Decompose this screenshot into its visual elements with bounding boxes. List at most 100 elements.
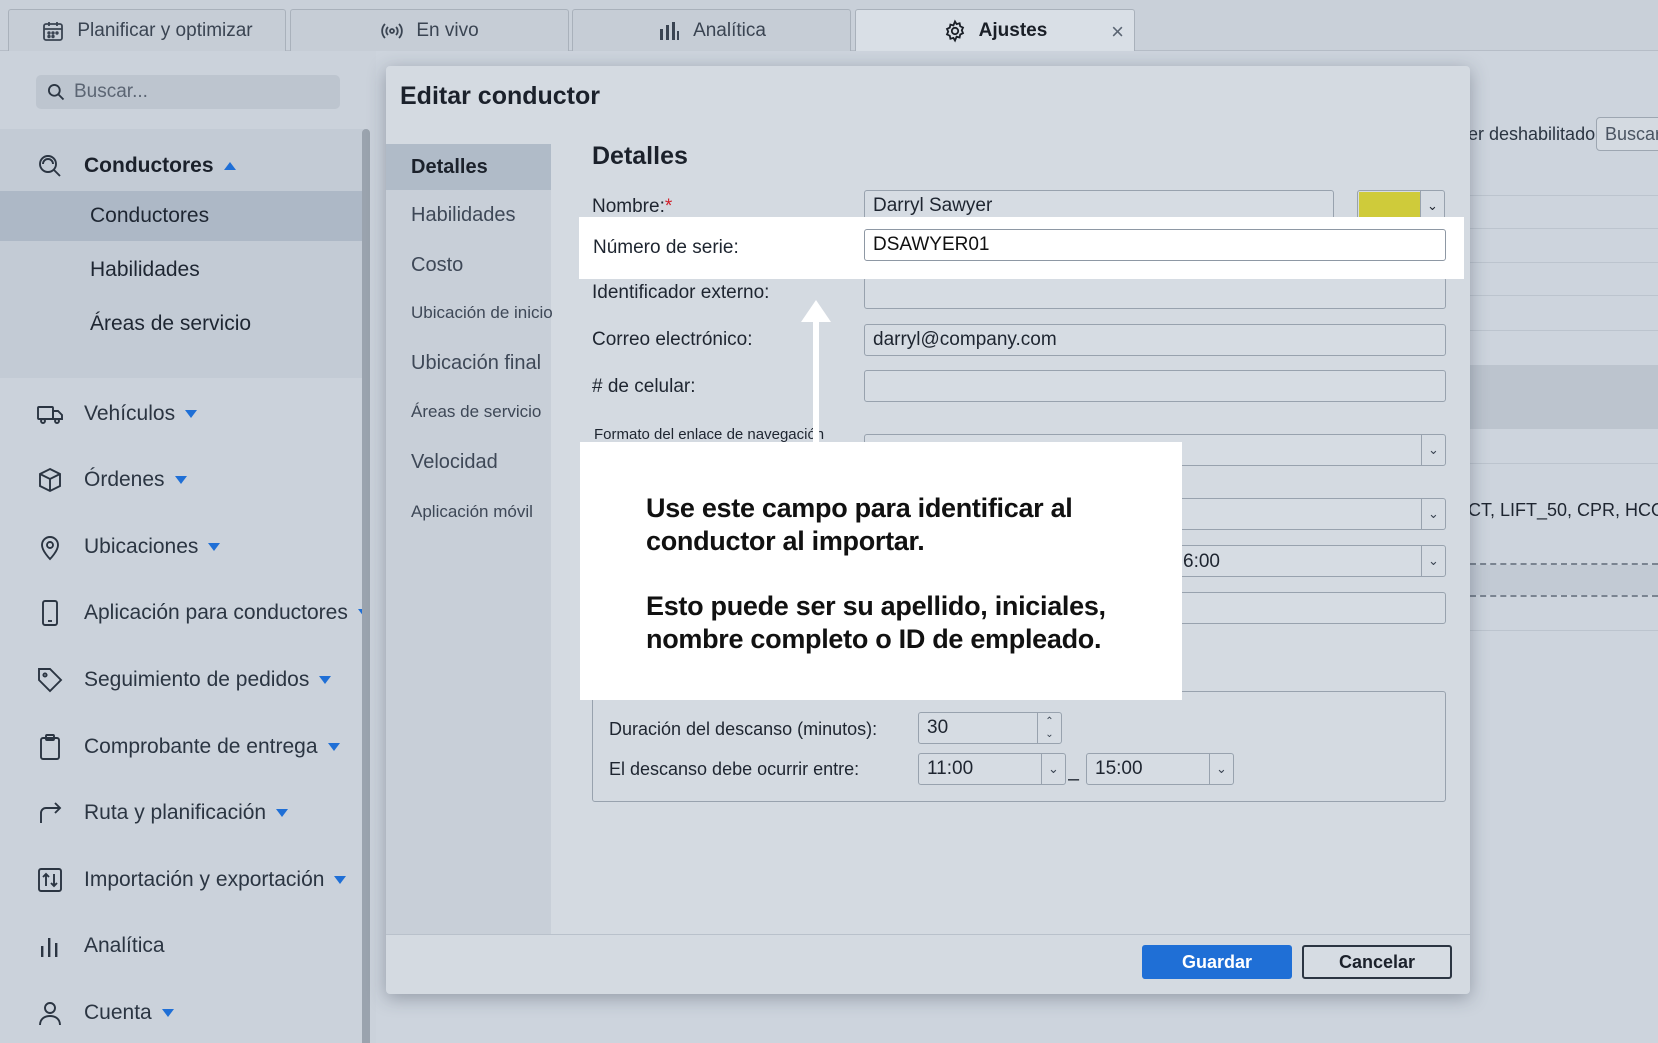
table-row-divider	[1470, 195, 1658, 196]
dialog-nav-habilidades[interactable]: Habilidades	[386, 192, 551, 238]
chevron-down-icon: ⌄	[1421, 546, 1445, 576]
tab-label: Planificar y optimizar	[77, 19, 253, 41]
dialog-nav-aplicacion-movil[interactable]: Aplicación móvil	[386, 489, 551, 535]
table-row-divider	[1470, 330, 1658, 331]
phone-field[interactable]	[864, 370, 1446, 402]
table-row[interactable]	[1470, 365, 1658, 429]
break-duration-value: 30	[927, 717, 949, 738]
sidebar-item-cuenta[interactable]: Cuenta	[0, 996, 368, 1030]
sidebar-item-label: Seguimiento de pedidos	[84, 668, 310, 691]
table-row-divider	[1470, 228, 1658, 229]
break-end-value: 15:00	[1095, 758, 1143, 779]
name-label-text: Nombre:	[592, 196, 665, 217]
sidebar-item-label: Vehículos	[84, 402, 176, 425]
mobile-icon	[42, 600, 58, 626]
route-arrow-icon	[40, 802, 62, 823]
stepper-arrows[interactable]: ⌃ ⌄	[1037, 713, 1061, 743]
user-icon	[39, 1002, 61, 1026]
tab-label: Analítica	[693, 19, 766, 41]
dialog-footer-divider	[386, 934, 1470, 935]
sidebar-subitem-conductores[interactable]: Conductores	[0, 191, 368, 241]
sidebar-item-ubicaciones[interactable]: Ubicaciones	[0, 530, 368, 564]
name-label: Nombre:*	[592, 196, 672, 218]
tab-ajustes[interactable]: Ajustes ×	[855, 9, 1135, 51]
sidebar-item-ordenes[interactable]: Órdenes	[0, 463, 368, 497]
break-start-select[interactable]: 11:00 ⌄	[918, 753, 1066, 785]
external-id-label: Identificador externo:	[592, 282, 770, 303]
phone-label: # de celular:	[592, 376, 696, 397]
sidebar-item-label: Aplicación para conductores	[84, 601, 348, 624]
tab-analitica[interactable]: Analítica	[572, 9, 851, 51]
chevron-up-icon[interactable]: ⌃	[1045, 715, 1053, 728]
sidebar-item-label: Órdenes	[84, 468, 165, 491]
dialog-nav-detalles[interactable]: Detalles	[386, 144, 551, 190]
dialog-nav-costo[interactable]: Costo	[386, 242, 551, 288]
close-icon[interactable]: ×	[1111, 19, 1124, 45]
annotation-arrow-shaft	[813, 310, 819, 442]
cancel-button[interactable]: Cancelar	[1302, 945, 1452, 979]
time-select-value: 6:00	[1183, 551, 1220, 572]
background-table	[1470, 51, 1658, 1043]
dialog-nav-velocidad[interactable]: Velocidad	[386, 439, 551, 485]
table-row-divider	[1470, 630, 1658, 631]
sidebar-search	[36, 75, 340, 109]
tab-label: Ajustes	[978, 19, 1048, 41]
break-window-label: El descanso debe ocurrir entre:	[609, 759, 860, 779]
break-duration-stepper[interactable]: 30 ⌃ ⌄	[918, 712, 1062, 744]
table-row-divider	[1470, 295, 1658, 296]
chevron-down-icon: ⌄	[1041, 754, 1065, 784]
sidebar-scrollbar[interactable]	[362, 129, 370, 1043]
sidebar-item-analitica[interactable]: Analítica	[0, 929, 368, 963]
disabled-filter-label[interactable]: er deshabilitado	[1468, 124, 1595, 145]
chevron-down-icon	[174, 476, 187, 485]
chevron-down-icon	[334, 876, 347, 885]
callout-text-2: Esto puede ser su apellido, iniciales, n…	[646, 591, 1106, 654]
color-swatch-fill	[1359, 192, 1421, 220]
search-input[interactable]	[74, 81, 314, 103]
chevron-down-icon[interactable]: ⌄	[1045, 728, 1053, 741]
serial-number-label: Número de serie:	[593, 237, 739, 258]
chevron-down-icon: ⌄	[1209, 754, 1233, 784]
sidebar-item-vehiculos[interactable]: Vehículos	[0, 397, 368, 431]
sidebar: Conductores Conductores Habilidades Área…	[0, 51, 376, 1043]
sidebar-item-importacion[interactable]: Importación y exportación	[0, 863, 368, 897]
sidebar-item-seguimiento[interactable]: Seguimiento de pedidos	[0, 663, 368, 697]
chevron-down-icon	[319, 676, 332, 685]
bar-chart-icon	[660, 21, 680, 40]
dialog-nav-ubicacion-final[interactable]: Ubicación final	[386, 340, 551, 386]
required-mark: *	[664, 196, 673, 217]
external-id-field[interactable]	[864, 277, 1446, 309]
tab-planificar[interactable]: Planificar y optimizar	[8, 9, 286, 51]
range-separator: –	[1068, 768, 1080, 790]
table-row[interactable]	[1470, 565, 1658, 595]
email-field[interactable]	[864, 324, 1446, 356]
truck-icon	[37, 406, 63, 424]
dialog-nav-areas[interactable]: Áreas de servicio	[386, 389, 551, 435]
background-search-input[interactable]: Buscar	[1596, 117, 1658, 151]
email-label: Correo electrónico:	[592, 329, 753, 350]
callout-text-1: Use este campo para identificar al condu…	[646, 493, 1073, 556]
sidebar-subitem-habilidades[interactable]: Habilidades	[0, 245, 368, 295]
sidebar-item-label: Conductores	[84, 154, 214, 177]
break-end-select[interactable]: 15:00 ⌄	[1086, 753, 1234, 785]
tab-en-vivo[interactable]: En vivo	[290, 9, 569, 51]
tab-label: En vivo	[416, 19, 479, 41]
sidebar-item-comprobante[interactable]: Comprobante de entrega	[0, 730, 368, 764]
sidebar-subitem-areas[interactable]: Áreas de servicio	[0, 299, 368, 349]
dialog-nav-ubicacion-inicio[interactable]: Ubicación de inicio	[386, 290, 553, 336]
search-icon	[48, 84, 65, 101]
tooltip-callout: Use este campo para identificar al condu…	[580, 442, 1182, 700]
save-button[interactable]: Guardar	[1142, 945, 1292, 979]
break-start-value: 11:00	[927, 758, 974, 779]
tag-icon	[38, 668, 63, 693]
break-duration-label: Duración del descanso (minutos):	[609, 719, 878, 739]
chevron-down-icon	[185, 410, 198, 419]
sidebar-item-label: Importación y exportación	[84, 868, 325, 891]
sidebar-item-ruta[interactable]: Ruta y planificación	[0, 796, 368, 830]
table-row-divider	[1470, 262, 1658, 263]
sidebar-item-aplicacion-conductores[interactable]: Aplicación para conductores	[0, 596, 370, 630]
serial-number-field[interactable]	[864, 229, 1446, 261]
dashed-divider	[1470, 595, 1658, 597]
break-settings-group	[592, 691, 1446, 802]
sidebar-item-conductores[interactable]: Conductores	[0, 149, 368, 183]
